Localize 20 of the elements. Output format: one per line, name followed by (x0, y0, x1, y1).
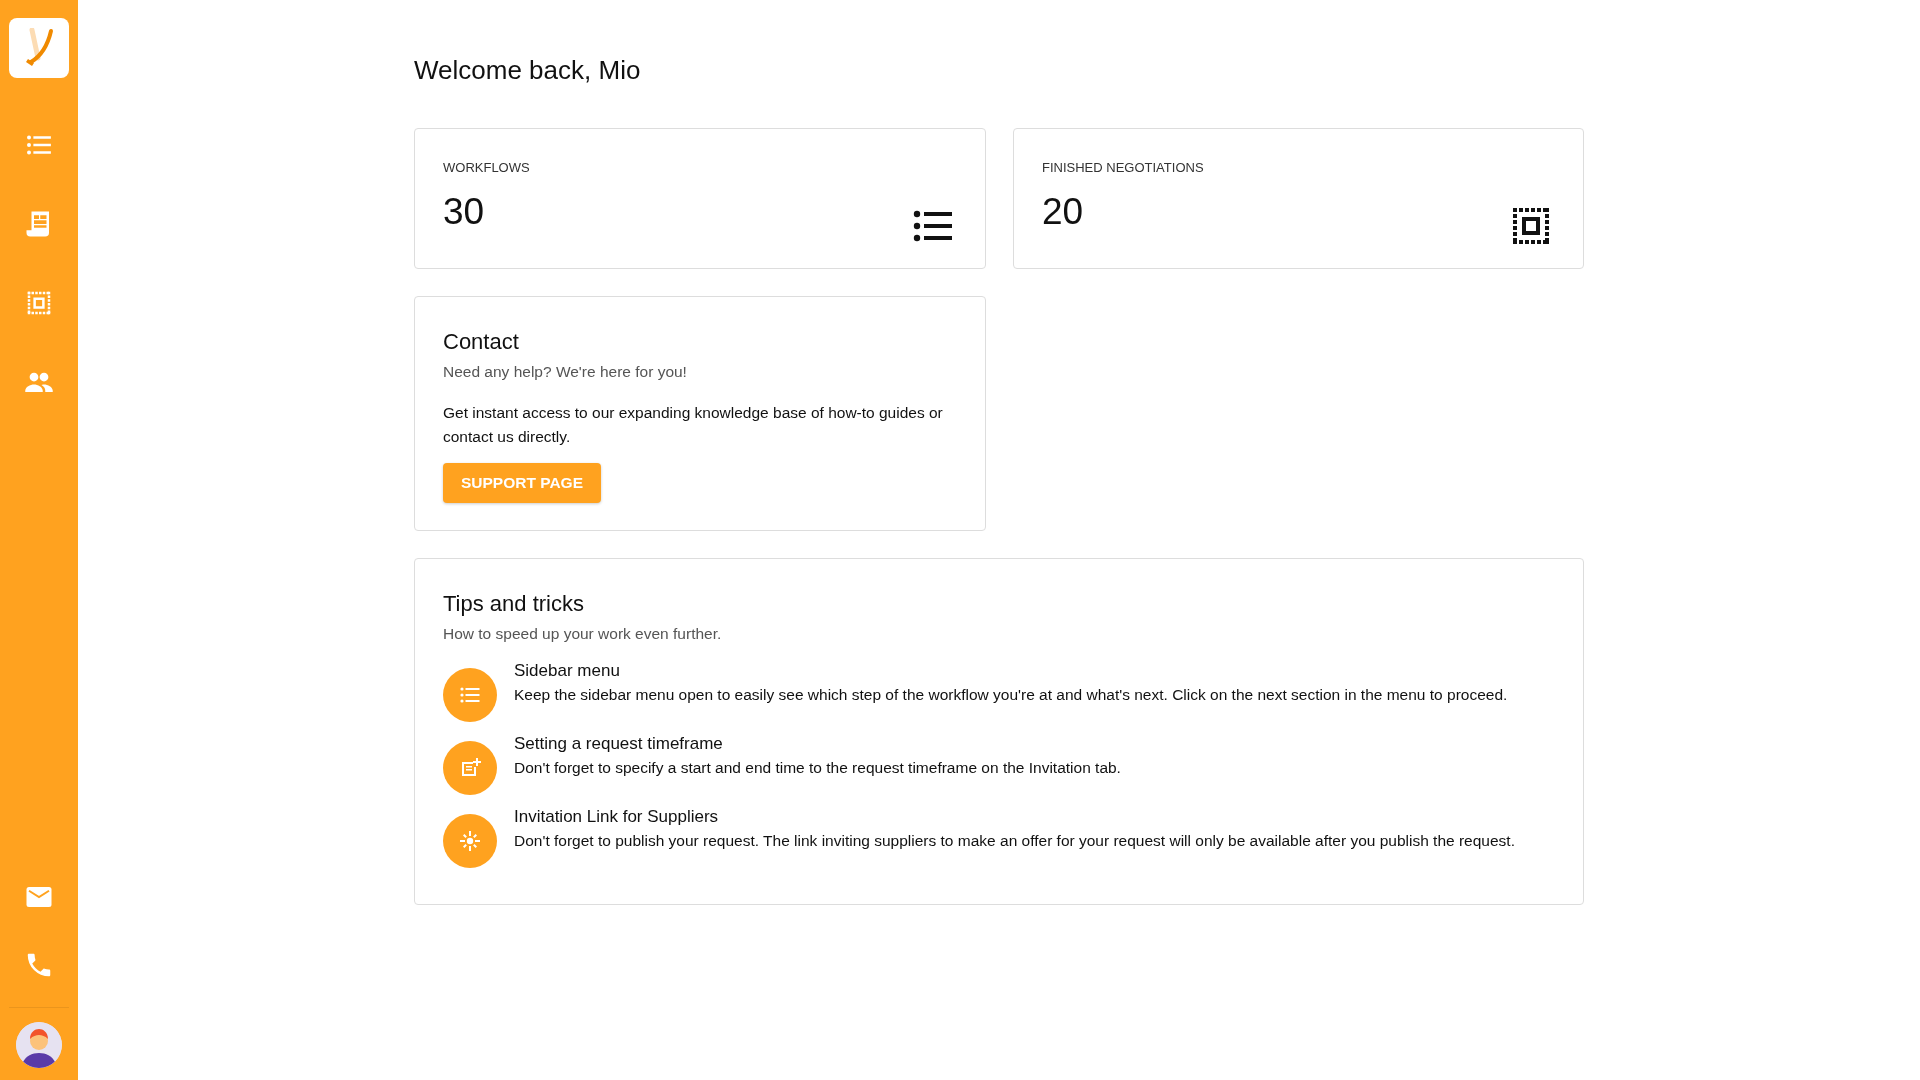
card-text: Get instant access to our expanding knowledge base of how-to guides or contact us directly. (443, 403, 944, 447)
card-title: Contact (443, 329, 520, 355)
card-title: Tips and tricks (443, 591, 585, 617)
card-subtitle: How to speed up your work even further. (443, 625, 723, 643)
tip-title: Setting a request timeframe (514, 734, 724, 754)
avatar-icon[interactable] (16, 1022, 62, 1068)
tip-title: Invitation Link for Suppliers (514, 807, 720, 827)
stat-label: WORKFLOWS (443, 160, 530, 175)
tip-title: Sidebar menu (514, 661, 621, 681)
stat-value: 20 (1042, 191, 1085, 233)
sparkle-icon (458, 829, 482, 853)
stat-value: 30 (443, 191, 486, 233)
tip-text: Don't forget to publish your request. The link inviting suppliers to make an offer for your request will only be available after you publish the request. (514, 831, 1515, 851)
tip-text: Don't forget to specify a start and end time to the request timeframe on the Invitation tab. (514, 758, 1121, 778)
welcome-heading: Welcome back, Mio (414, 55, 642, 86)
tip-text: Keep the sidebar menu open to easily see which step of the workflow you're at and what's next. Click on the next section in the menu to proceed. (514, 685, 1508, 705)
stat-label: FINISHED NEGOTIATIONS (1042, 160, 1204, 175)
card-subtitle: Need any help? We're here for you! (443, 363, 688, 381)
support-page-button[interactable]: SUPPORT PAGE (443, 463, 601, 503)
app-logo[interactable] (9, 18, 69, 78)
